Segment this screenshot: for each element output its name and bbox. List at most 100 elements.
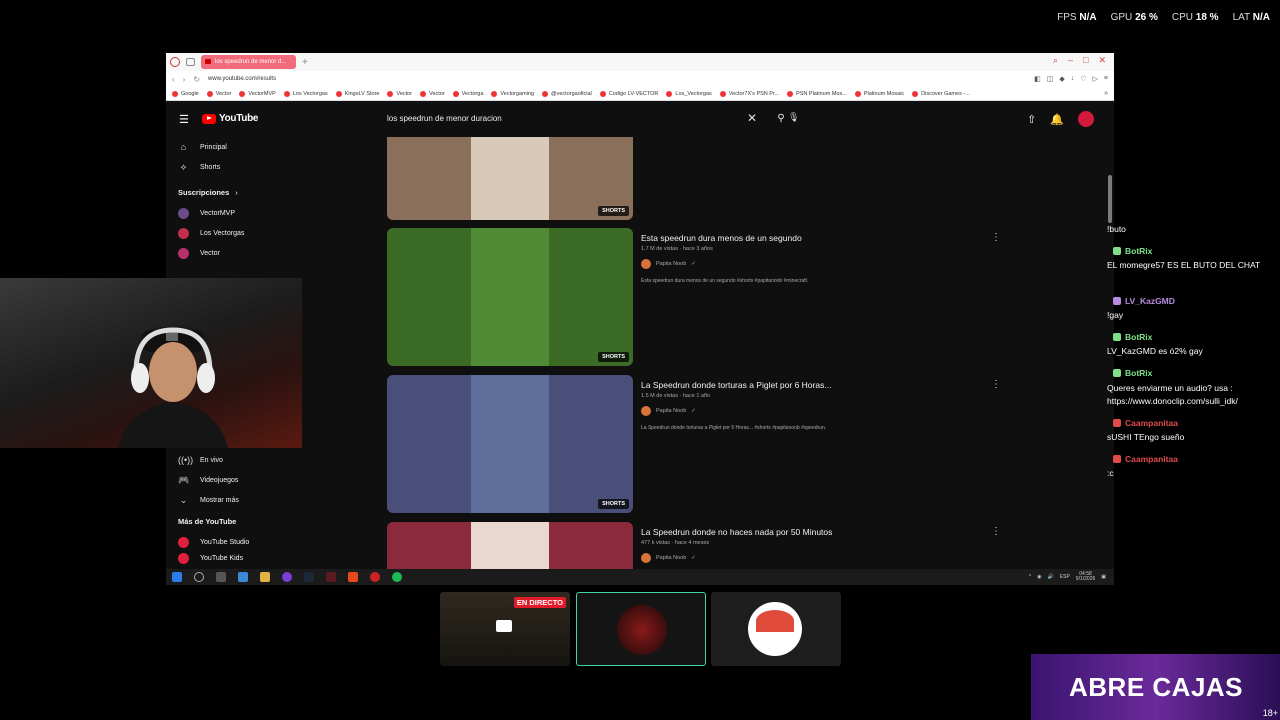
more-bookmarks-icon[interactable]: » [1104, 90, 1108, 97]
bell-icon[interactable]: 🔔 [1050, 113, 1064, 126]
video-thumbnail[interactable]: SHORTS [387, 137, 633, 220]
app-icon[interactable] [326, 572, 336, 582]
bookmark[interactable]: Codigo LV-VECTOR [599, 90, 658, 97]
stream-card-logo[interactable] [576, 592, 706, 666]
video-thumbnail[interactable]: SHORTS [387, 228, 633, 366]
chat-username[interactable]: BotRix [1113, 332, 1152, 342]
network-icon[interactable]: ◉ [1037, 574, 1041, 580]
video-title[interactable]: Esta speedrun dura menos de un segundo [641, 233, 802, 243]
folder-icon[interactable] [260, 572, 270, 582]
video-result[interactable]: SHORTS La Speedrun donde torturas a Pigle… [387, 375, 1087, 515]
chat-username[interactable]: Caampanitaa [1113, 418, 1178, 428]
bookmark[interactable]: KingsLV Store [335, 90, 379, 97]
sidebar-item-youtube-kids[interactable]: YouTube Kids [166, 552, 294, 564]
close-button[interactable]: ✕ [1098, 55, 1106, 66]
sidebar-item-mostrar-mas[interactable]: ⌄ Mostrar más [166, 490, 294, 510]
bookmark[interactable]: Los Vectorgas [283, 90, 328, 97]
bookmark[interactable]: Los_Vectorgas [666, 90, 712, 97]
minimize-button[interactable]: – [1068, 55, 1073, 66]
bookmark[interactable]: Vector [206, 90, 231, 97]
avatar[interactable] [1078, 111, 1094, 127]
video-result[interactable]: SHORTS [387, 137, 1087, 222]
heart-icon[interactable]: ♡ [1080, 75, 1086, 83]
shield-icon[interactable]: ◆ [1059, 75, 1064, 83]
sidebar-item-videojuegos[interactable]: 🎮 Videojuegos [166, 470, 294, 490]
edge-icon[interactable] [238, 572, 248, 582]
video-thumbnail[interactable]: SHORTS [387, 375, 633, 513]
search-icon[interactable] [194, 572, 204, 582]
reload-icon[interactable]: ↻ [193, 75, 200, 84]
menu-icon[interactable]: ☰ [179, 113, 189, 126]
url-field[interactable]: www.youtube.com/results [208, 76, 276, 82]
subscriptions-heading[interactable]: Suscripciones › [166, 181, 294, 203]
video-channel[interactable]: Papita Noob ✓ [641, 259, 696, 269]
video-channel[interactable]: Papita Noob ✓ [641, 553, 696, 563]
clear-search-icon[interactable]: ✕ [747, 111, 757, 125]
chat-username[interactable]: Caampanitaa [1113, 454, 1178, 464]
chevron-up-icon[interactable]: ^ [1029, 574, 1031, 580]
chat-username[interactable]: BotRix [1113, 246, 1152, 256]
bookmark[interactable]: Vector7X's PSN Pr... [719, 90, 779, 97]
video-thumbnail[interactable] [387, 522, 633, 569]
task-view-icon[interactable] [216, 572, 226, 582]
video-channel[interactable]: Papita Noob ✓ [641, 406, 696, 416]
more-options-icon[interactable]: ⋮ [991, 379, 1001, 390]
sidebar-sub-vector[interactable]: Vector [166, 243, 294, 263]
sidebar-sub-losvectorgas[interactable]: Los Vectorgas [166, 223, 294, 243]
bookmark[interactable]: Discover Games -... [912, 90, 970, 97]
language-indicator[interactable]: ESP [1060, 574, 1070, 580]
notification-icon[interactable]: ▣ [1101, 574, 1106, 580]
spotify-icon[interactable] [392, 572, 402, 582]
volume-icon[interactable]: 🔊 [1048, 574, 1054, 580]
bookmark[interactable]: Platinum Mosaic [854, 90, 904, 97]
video-result[interactable]: SHORTS Esta speedrun dura menos de un seg… [387, 228, 1087, 368]
more-options-icon[interactable]: ⋮ [991, 232, 1001, 243]
bookmark[interactable]: Vectorgaming [491, 90, 534, 97]
opera-icon[interactable] [370, 572, 380, 582]
sidebar-sub-vectormvp[interactable]: VectorMVP [166, 203, 294, 223]
chat-username[interactable]: LV_KazGMD [1113, 296, 1175, 306]
discord-icon[interactable] [282, 572, 292, 582]
sidebar-item-en-vivo[interactable]: ((•)) En vivo [166, 450, 294, 470]
forward-icon[interactable]: › [183, 75, 186, 84]
search-input[interactable]: los speedrun de menor duracion [387, 114, 502, 123]
chat-username[interactable]: BotRix [1113, 368, 1152, 378]
video-title[interactable]: La Speedrun donde torturas a Piglet por … [641, 380, 831, 390]
tabs-icon[interactable] [186, 58, 195, 66]
video-title[interactable]: La Speedrun donde no haces nada por 50 M… [641, 527, 832, 537]
more-options-icon[interactable]: ⋮ [991, 526, 1001, 537]
opera-icon[interactable] [170, 57, 180, 67]
scrollbar[interactable] [1108, 175, 1112, 223]
maximize-button[interactable]: □ [1083, 55, 1088, 66]
video-result[interactable]: La Speedrun donde no haces nada por 50 M… [387, 522, 1087, 569]
clock[interactable]: 04:58 9/1/2026 [1076, 572, 1095, 582]
bookmark[interactable]: @vectorgaoficial [542, 90, 592, 97]
menu-icon[interactable]: ≡ [1104, 75, 1108, 83]
extension-icon[interactable]: ◫ [1047, 75, 1054, 83]
back-icon[interactable]: ‹ [172, 75, 175, 84]
sidebar-item-shorts[interactable]: ⟡ Shorts [166, 157, 294, 177]
stream-card-avatar[interactable] [711, 592, 841, 666]
youtube-logo[interactable]: YouTube [202, 113, 259, 124]
play-icon[interactable]: ▷ [1093, 75, 1098, 83]
start-icon[interactable] [172, 572, 182, 582]
bookmark[interactable]: Vectorga [452, 90, 483, 97]
sidebar-item-youtube-studio[interactable]: YouTube Studio [166, 532, 294, 552]
bookmark[interactable]: Vector [420, 90, 445, 97]
stream-card-live[interactable]: EN DIRECTO [440, 592, 570, 666]
bookmark[interactable]: PSN Platinum Mos... [787, 90, 847, 97]
steam-icon[interactable] [304, 572, 314, 582]
new-tab-button[interactable]: + [302, 57, 308, 68]
download-icon[interactable]: ↓ [1071, 75, 1075, 83]
bookmark[interactable]: Vector [387, 90, 412, 97]
microphone-icon[interactable]: 🎙 [788, 112, 800, 124]
brave-icon[interactable] [348, 572, 358, 582]
bookmark[interactable]: VectorMVP [239, 90, 276, 97]
sidebar-item-principal[interactable]: ⌂ Principal [166, 137, 294, 157]
live-icon: ((•)) [178, 455, 194, 465]
bookmark[interactable]: Google [172, 90, 199, 97]
active-tab[interactable]: los speedrun de menor d... [201, 55, 296, 69]
search-tabs-icon[interactable]: ⌕ [1053, 55, 1058, 66]
upload-icon[interactable]: ⇧ [1027, 113, 1036, 126]
extension-icon[interactable]: ◧ [1034, 75, 1041, 83]
